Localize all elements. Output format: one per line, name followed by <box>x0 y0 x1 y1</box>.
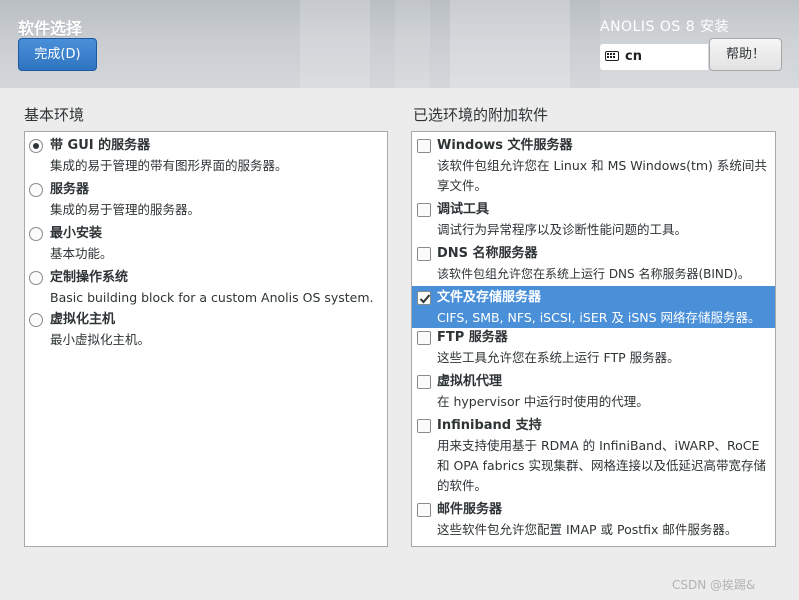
environment-item-gui-server[interactable]: 带 GUI 的服务器 集成的易于管理的带有图形界面的服务器。 <box>25 136 387 180</box>
addon-desc: 这些工具允许您在系统上运行 FTP 服务器。 <box>437 350 680 365</box>
checkbox[interactable] <box>417 203 431 217</box>
checkmark-icon <box>419 294 431 304</box>
environment-desc: 基本功能。 <box>50 246 113 261</box>
addon-name: 调试工具 <box>437 202 490 217</box>
addon-name: 邮件服务器 <box>437 502 503 517</box>
addon-item-mail-server[interactable]: 邮件服务器 这些软件包允许您配置 IMAP 或 Postfix 邮件服务器。 <box>412 500 775 544</box>
addon-desc: 该软件包组允许您在系统上运行 DNS 名称服务器(BIND)。 <box>437 267 750 281</box>
addon-desc: 该软件包组允许您在 Linux 和 MS Windows(tm) 系统间共享文件… <box>437 158 767 193</box>
environment-name: 虚拟化主机 <box>50 312 116 327</box>
checkbox[interactable] <box>417 331 431 345</box>
addon-desc: 调试行为异常程序以及诊断性能问题的工具。 <box>437 222 688 237</box>
product-title: ANOLIS OS 8 安装 <box>600 19 730 35</box>
addon-list: Windows 文件服务器 该软件包组允许您在 Linux 和 MS Windo… <box>411 131 776 547</box>
addon-item-infiniband[interactable]: Infiniband 支持 用来支持使用基于 RDMA 的 InfiniBand… <box>412 416 775 500</box>
environment-desc: 最小虚拟化主机。 <box>50 332 151 347</box>
environment-desc: 集成的易于管理的带有图形界面的服务器。 <box>50 158 288 173</box>
addon-item-file-storage-server[interactable]: 文件及存储服务器 CIFS, SMB, NFS, iSCSI, iSER 及 i… <box>412 286 775 328</box>
addon-name: FTP 服务器 <box>437 330 508 345</box>
done-button[interactable]: 完成(D) <box>18 38 97 71</box>
environment-desc: 集成的易于管理的服务器。 <box>50 202 201 217</box>
addon-desc: 用来支持使用基于 RDMA 的 InfiniBand、iWARP、RoCE 和 … <box>437 438 767 493</box>
environment-name: 服务器 <box>50 182 90 197</box>
environment-item-virtualization-host[interactable]: 虚拟化主机 最小虚拟化主机。 <box>25 310 387 354</box>
page-title: 软件选择 <box>18 19 83 38</box>
radio-button[interactable] <box>29 227 43 241</box>
environment-item-minimal[interactable]: 最小安装 基本功能。 <box>25 224 387 268</box>
header-bar: 软件选择 完成(D) ANOLIS OS 8 安装 cn 帮助！ <box>0 0 799 88</box>
environment-item-server[interactable]: 服务器 集成的易于管理的服务器。 <box>25 180 387 224</box>
checkbox[interactable] <box>417 503 431 517</box>
addon-name: 虚拟机代理 <box>437 374 503 389</box>
help-button[interactable]: 帮助！ <box>709 38 782 71</box>
checkbox[interactable] <box>417 139 431 153</box>
watermark: CSDN @挨踢& <box>672 578 756 592</box>
checkbox[interactable] <box>417 247 431 261</box>
radio-button[interactable] <box>29 183 43 197</box>
checkbox-checked[interactable] <box>417 291 431 305</box>
addon-name: DNS 名称服务器 <box>437 246 538 261</box>
addon-item-windows-file-server[interactable]: Windows 文件服务器 该软件包组允许您在 Linux 和 MS Windo… <box>412 136 775 200</box>
checkbox[interactable] <box>417 419 431 433</box>
addon-desc: 这些软件包允许您配置 IMAP 或 Postfix 邮件服务器。 <box>437 522 738 537</box>
addon-item-guest-agents[interactable]: 虚拟机代理 在 hypervisor 中运行时使用的代理。 <box>412 372 775 416</box>
header-decoration <box>300 0 370 88</box>
addons-title: 已选环境的附加软件 <box>413 106 549 124</box>
radio-button-selected[interactable] <box>29 139 43 153</box>
addon-desc: CIFS, SMB, NFS, iSCSI, iSER 及 iSNS 网络存储服… <box>437 310 761 325</box>
environments-title: 基本环境 <box>24 106 85 124</box>
radio-button[interactable] <box>29 313 43 327</box>
environment-name: 定制操作系统 <box>50 270 129 285</box>
addon-name: Infiniband 支持 <box>437 418 542 433</box>
header-decoration <box>450 0 570 88</box>
environment-item-custom-os[interactable]: 定制操作系统 Basic building block for a custom… <box>25 268 387 310</box>
environment-desc: Basic building block for a custom Anolis… <box>50 290 374 305</box>
keyboard-icon <box>605 51 619 61</box>
addon-desc: 在 hypervisor 中运行时使用的代理。 <box>437 394 649 409</box>
addon-name: Windows 文件服务器 <box>437 138 573 153</box>
addon-item-debugging-tools[interactable]: 调试工具 调试行为异常程序以及诊断性能问题的工具。 <box>412 200 775 244</box>
environment-name: 最小安装 <box>50 226 103 241</box>
header-decoration <box>395 0 430 88</box>
addon-item-dns-server[interactable]: DNS 名称服务器 该软件包组允许您在系统上运行 DNS 名称服务器(BIND)… <box>412 244 775 288</box>
addon-name: 文件及存储服务器 <box>437 290 542 305</box>
environment-name: 带 GUI 的服务器 <box>50 138 151 153</box>
addon-item-ftp-server[interactable]: FTP 服务器 这些工具允许您在系统上运行 FTP 服务器。 <box>412 328 775 372</box>
environment-list: 带 GUI 的服务器 集成的易于管理的带有图形界面的服务器。 服务器 集成的易于… <box>24 131 388 547</box>
keyboard-layout-label: cn <box>625 49 642 64</box>
checkbox[interactable] <box>417 375 431 389</box>
keyboard-layout-indicator[interactable]: cn <box>600 44 708 70</box>
radio-button[interactable] <box>29 271 43 285</box>
